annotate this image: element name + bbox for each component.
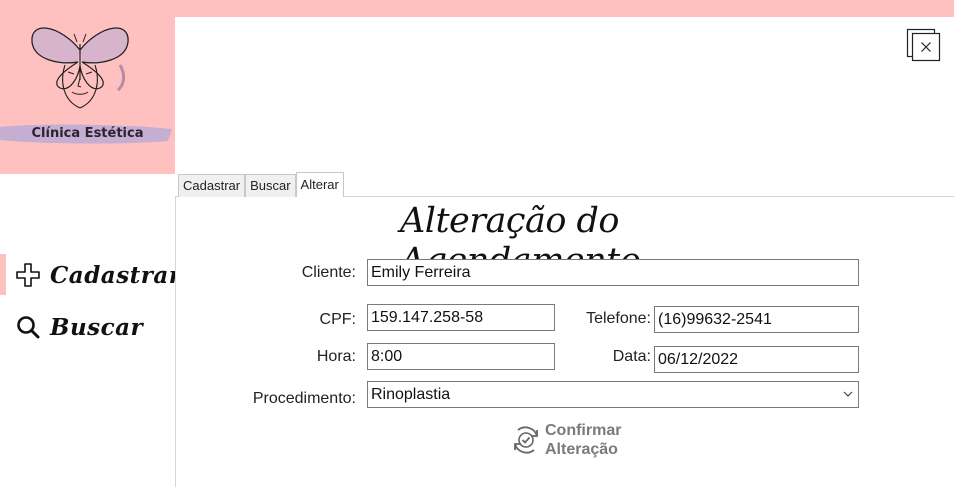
- check-cycle-icon: [514, 426, 538, 454]
- close-window-button[interactable]: [906, 28, 942, 62]
- cliente-input[interactable]: Emily Ferreira: [367, 259, 859, 286]
- nav-label-buscar: Buscar: [50, 313, 144, 341]
- nav-label-cadastrar: Cadastrar: [50, 261, 182, 289]
- data-label: Data:: [612, 348, 651, 365]
- nav-item-buscar[interactable]: Buscar: [0, 306, 143, 348]
- plus-icon: [11, 258, 45, 292]
- search-icon: [11, 310, 45, 344]
- tab-bar: Cadastrar Buscar Alterar: [178, 172, 344, 197]
- procedimento-label: Procedimento:: [252, 390, 356, 407]
- procedimento-select[interactable]: Rinoplastia: [367, 381, 859, 408]
- cpf-input[interactable]: 159.147.258-58: [367, 304, 555, 331]
- procedimento-selected-value: Rinoplastia: [371, 386, 451, 403]
- tab-alterar[interactable]: Alterar: [295, 172, 344, 197]
- cpf-label: CPF:: [319, 311, 356, 328]
- brand-name: Clínica Estética: [31, 126, 144, 141]
- confirm-label-line1: Confirmar: [545, 422, 622, 439]
- telefone-label: Telefone:: [586, 310, 651, 327]
- cliente-label: Cliente:: [301, 264, 356, 281]
- hora-label: Hora:: [316, 348, 356, 365]
- nav-item-cadastrar[interactable]: Cadastrar: [0, 254, 181, 296]
- confirm-label-line2: Alteração: [545, 441, 618, 458]
- telefone-input[interactable]: (16)99632-2541: [654, 306, 859, 333]
- confirm-alteration-button[interactable]: Confirmar Alteração: [510, 421, 621, 459]
- chevron-down-icon: [843, 391, 853, 397]
- tab-cadastrar[interactable]: Cadastrar: [178, 174, 246, 197]
- data-input[interactable]: 06/12/2022: [654, 346, 859, 373]
- close-window-icon: [906, 28, 941, 62]
- confirm-button-label: Confirmar Alteração: [545, 421, 621, 459]
- logo-panel: Clínica Estética: [0, 0, 175, 174]
- tab-buscar[interactable]: Buscar: [245, 174, 296, 197]
- hora-input[interactable]: 8:00: [367, 343, 555, 370]
- butterfly-face-logo-icon: [31, 27, 129, 109]
